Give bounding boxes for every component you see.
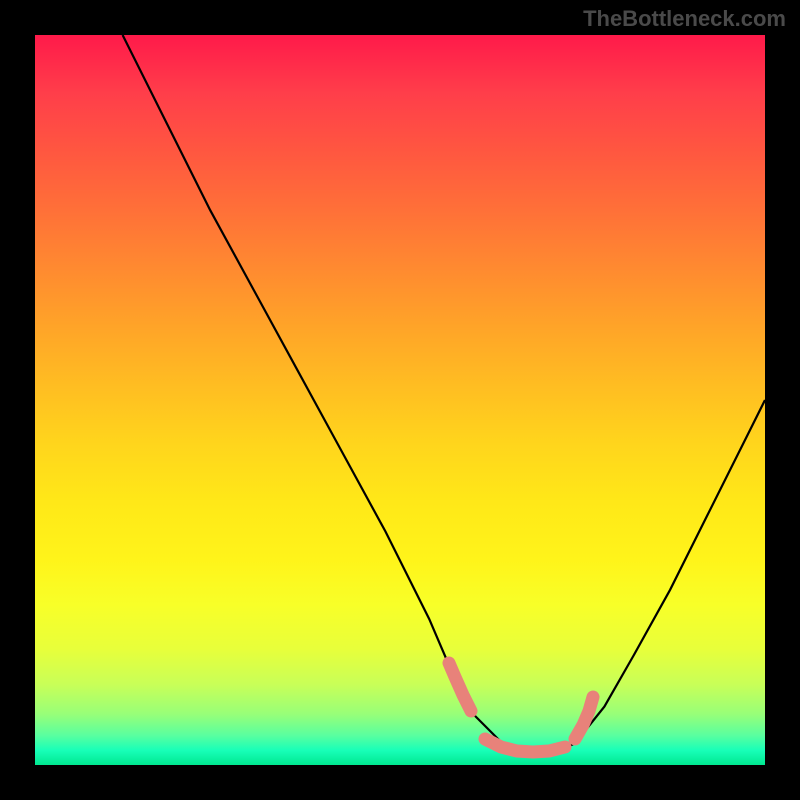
watermark-text: TheBottleneck.com [583, 6, 786, 32]
optimal-band-left [449, 663, 471, 711]
optimal-band-right [575, 697, 593, 739]
bottleneck-curve-path [123, 35, 765, 750]
chart-svg [35, 35, 765, 765]
chart-plot-area [35, 35, 765, 765]
optimal-band-bottom [485, 739, 565, 752]
